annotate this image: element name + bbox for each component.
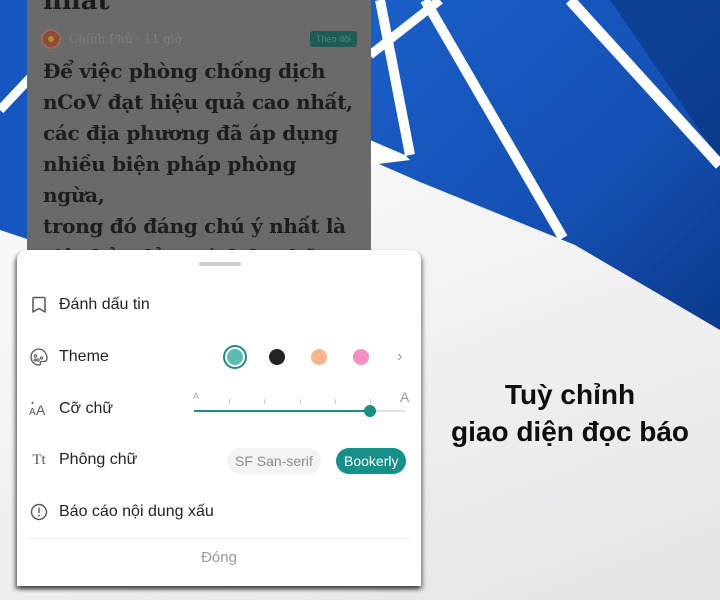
font-size-min-label: A: [193, 391, 200, 401]
source-name: Chính Phủ · 11 giờ: [69, 32, 182, 46]
bg-shard-left: [0, 0, 30, 240]
font-family-icon: Tt: [29, 450, 49, 470]
close-button[interactable]: Đóng: [17, 549, 421, 566]
article-body: Để việc phòng chống dịch nCoV đạt hiệu q…: [43, 56, 363, 260]
palette-icon: [29, 347, 49, 367]
font-size-icon: AA: [29, 399, 49, 419]
slider-tick: [299, 399, 301, 404]
font-size-slider[interactable]: A A: [193, 389, 410, 429]
font-option-sf-san-serif[interactable]: SF San-serif: [227, 448, 321, 474]
menu-item-label: Báo cáo nội dung xấu: [59, 503, 214, 520]
article-title: nhất: [43, 0, 110, 16]
follow-button[interactable]: Theo dõi: [309, 31, 357, 47]
menu-item-label: Cỡ chữ: [59, 400, 114, 417]
chevron-right-icon[interactable]: ›: [397, 348, 402, 366]
font-size-max-label: A: [400, 389, 410, 405]
menu-item-report[interactable]: Báo cáo nội dung xấu: [17, 492, 421, 532]
menu-item-label: Đánh dấu tin: [59, 296, 150, 313]
theme-swatch-pink[interactable]: [353, 349, 369, 365]
caption-line-2: giao diện đọc báo: [450, 416, 689, 447]
caption-line-1: Tuỳ chỉnh: [504, 379, 636, 410]
menu-item-label: Theme: [59, 348, 109, 365]
slider-fill: [194, 410, 370, 412]
article-line: Để việc phòng chống dịch: [43, 59, 326, 83]
bookmark-icon: [29, 295, 49, 315]
slider-tick: [264, 399, 266, 404]
reader-settings-sheet: Đánh dấu tin Theme › AA Cỡ chữ A A Tt Ph…: [17, 250, 421, 586]
theme-swatch-peach[interactable]: [311, 349, 327, 365]
menu-item-font-size: AA Cỡ chữ A A: [17, 389, 421, 429]
slider-thumb[interactable]: [363, 405, 376, 417]
slider-tick: [369, 399, 371, 404]
theme-swatches: [227, 337, 395, 377]
font-family-icon-glyph: Tt: [32, 451, 46, 468]
sheet-divider: [29, 538, 409, 539]
source-avatar: [41, 29, 61, 49]
article-line: nhiều biện pháp phòng ngừa,: [43, 152, 297, 207]
theme-swatch-teal[interactable]: [227, 349, 243, 365]
alert-circle-icon: [29, 502, 49, 522]
sheet-grabber[interactable]: [199, 262, 241, 266]
article-preview: nhất Chính Phủ · 11 giờ Theo dõi Để việc…: [27, 0, 371, 260]
menu-item-theme: Theme ›: [17, 337, 421, 377]
menu-item-font-family: Tt Phông chữ SF San-serif Bookerly: [17, 440, 421, 480]
menu-item-label: Phông chữ: [59, 451, 138, 468]
svg-text:A: A: [36, 402, 46, 417]
article-line: các địa phương đã áp dụng: [43, 121, 339, 145]
menu-item-bookmark[interactable]: Đánh dấu tin: [17, 285, 421, 325]
slider-tick: [334, 399, 336, 404]
theme-swatch-black[interactable]: [269, 349, 285, 365]
slider-tick: [229, 399, 231, 404]
promo-caption: Tuỳ chỉnh giao diện đọc báo: [420, 376, 720, 450]
article-line: trong đó đáng chú ý nhất là: [43, 214, 346, 238]
article-line: nCoV đạt hiệu quả cao nhất,: [43, 90, 353, 114]
font-option-bookerly[interactable]: Bookerly: [336, 448, 407, 474]
article-meta: Chính Phủ · 11 giờ Theo dõi: [41, 28, 357, 50]
svg-text:A: A: [29, 407, 36, 417]
